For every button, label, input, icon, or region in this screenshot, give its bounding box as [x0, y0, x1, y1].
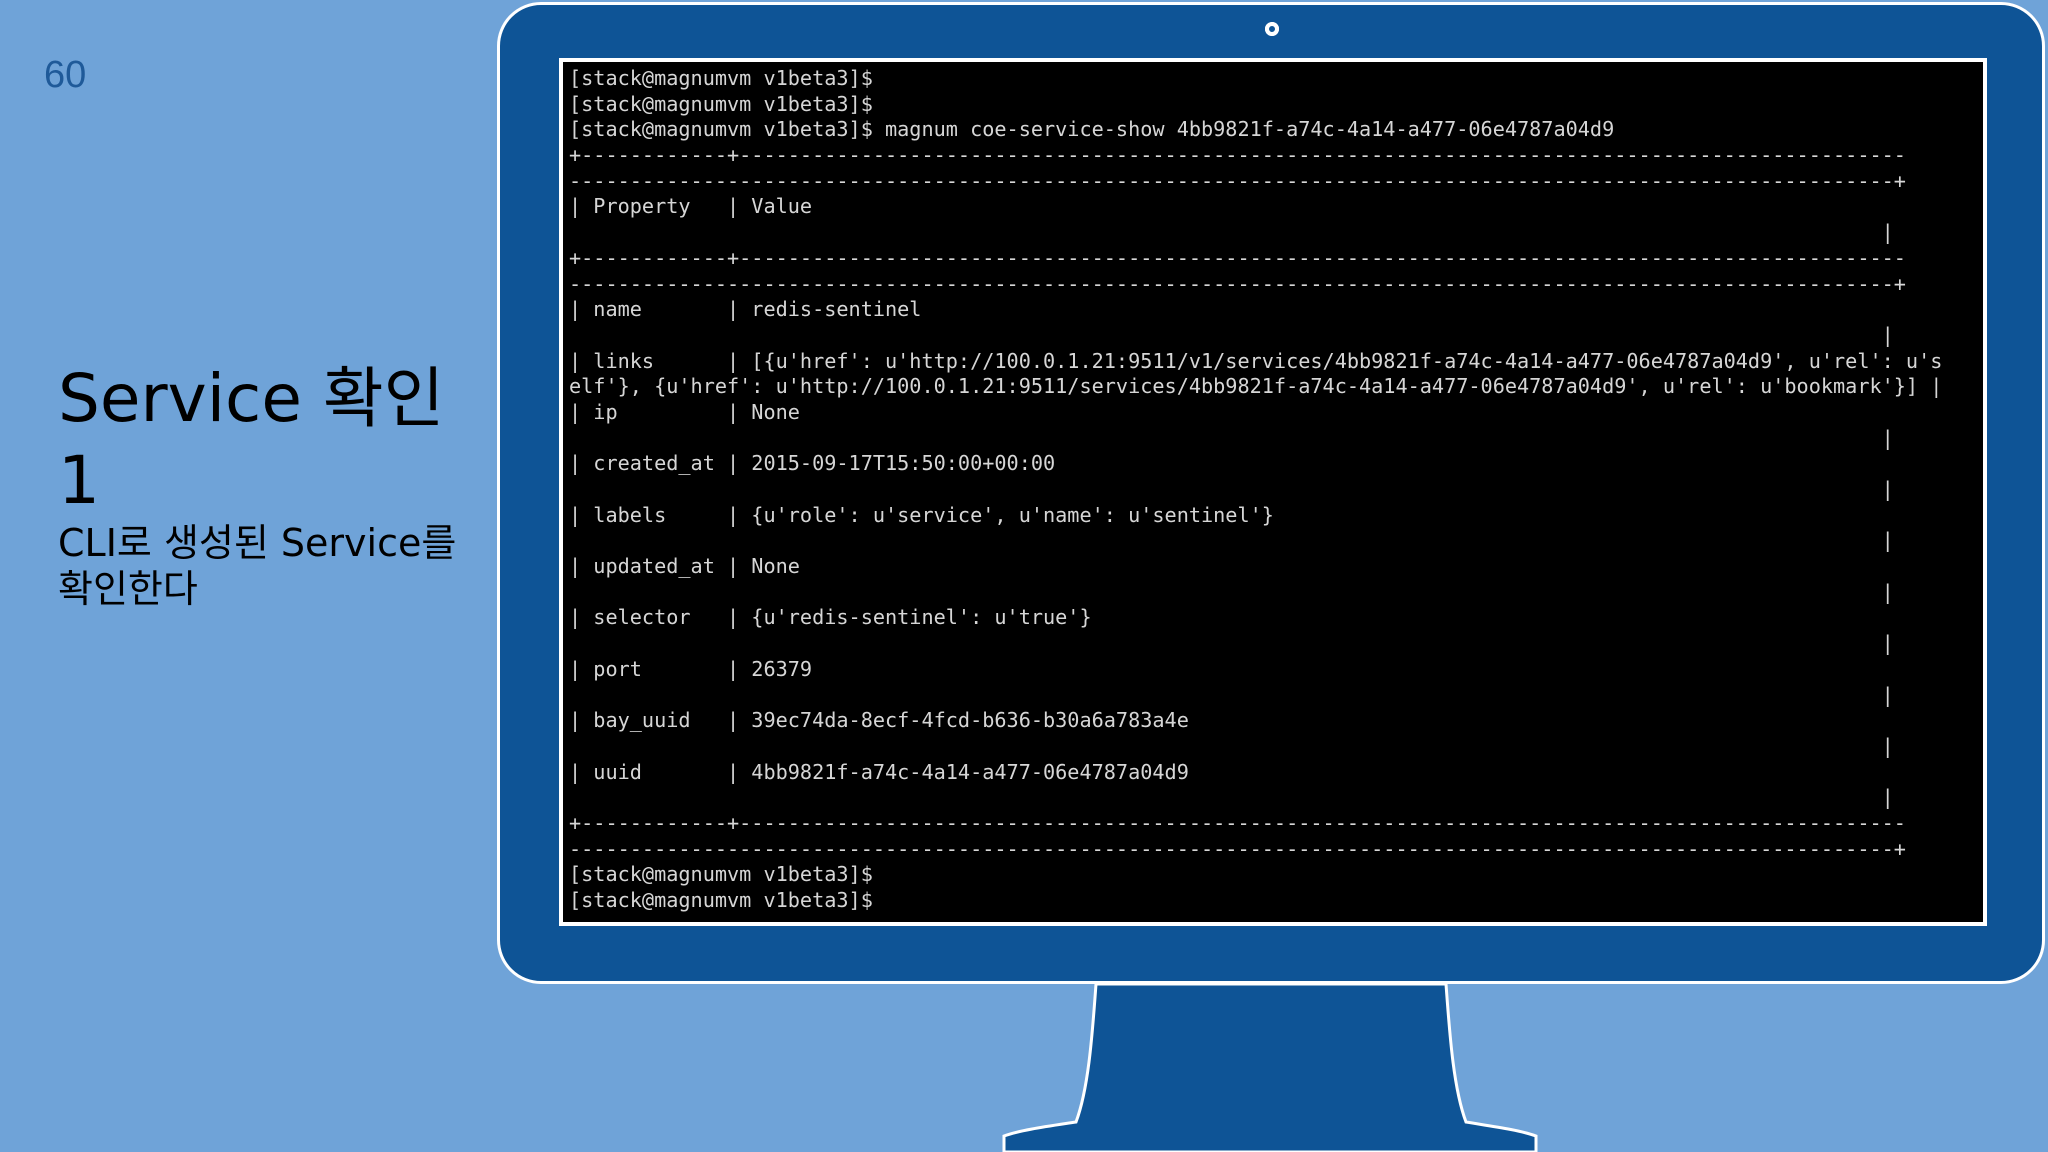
terminal-line: | bay_uuid | 39ec74da-8ecf-4fcd-b636-b30… [569, 708, 1189, 733]
terminal-line: | [569, 682, 1894, 707]
slide-subtitle: CLI로 생성된 Service를 확인한다 [58, 520, 488, 612]
terminal-output: [stack@magnumvm v1beta3]$ [stack@magnumvm… [569, 66, 1979, 914]
terminal-line: [stack@magnumvm v1beta3]$ [569, 888, 873, 912]
slide-subtitle-line1: CLI로 생성된 Service를 [58, 521, 457, 565]
terminal-line: | port | 26379 [569, 656, 813, 681]
slide-title-line2: 1 [58, 442, 100, 519]
terminal-line: elf'}, {u'href': u'http://100.0.1.21:951… [569, 374, 1943, 399]
slide-title: Service 확인 1 [58, 358, 478, 522]
terminal-line: | selector | {u'redis-sentinel': u'true'… [569, 605, 1092, 630]
terminal-line: +------------+--------------------------… [569, 810, 1906, 835]
terminal-line: | [569, 579, 1894, 604]
terminal-line: | ip | None [569, 399, 800, 424]
slide-subtitle-line2: 확인한다 [58, 567, 198, 611]
terminal-line: | name | redis-sentinel [569, 297, 922, 322]
terminal-line: ----------------------------------------… [569, 836, 1906, 861]
terminal-line: ----------------------------------------… [569, 168, 1906, 193]
page-number: 60 [44, 54, 87, 96]
terminal-line: | [569, 322, 1894, 347]
terminal-line: | [569, 733, 1894, 758]
terminal-line: | Property | Value [569, 194, 813, 219]
terminal-line: | labels | {u'role': u'service', u'name'… [569, 502, 1274, 527]
terminal-line: | links | [{u'href': u'http://100.0.1.21… [569, 348, 1943, 373]
terminal-line: [stack@magnumvm v1beta3]$ [569, 862, 873, 887]
terminal-line: | [569, 477, 1894, 501]
slide-title-line1: Service 확인 [58, 360, 445, 437]
camera-icon [1265, 22, 1279, 36]
terminal-line: +------------+--------------------------… [569, 245, 1906, 270]
terminal-line: ----------------------------------------… [569, 271, 1906, 296]
terminal-line: | uuid | 4bb9821f-a74c-4a14-a477-06e4787… [569, 759, 1189, 784]
terminal-line: | [569, 631, 1894, 656]
terminal-line: | [569, 425, 1894, 450]
terminal-line: [stack@magnumvm v1beta3]$ magnum coe-ser… [569, 117, 1615, 142]
terminal-line: | updated_at | None [569, 554, 800, 579]
terminal-line: +------------+--------------------------… [569, 143, 1906, 168]
terminal-line: | [569, 220, 1894, 245]
terminal-line: [stack@magnumvm v1beta3]$ [569, 66, 873, 90]
terminal-line: | [569, 785, 1894, 810]
terminal-line: | created_at | 2015-09-17T15:50:00+00:00 [569, 451, 1056, 476]
terminal-line: [stack@magnumvm v1beta3]$ [569, 91, 873, 116]
terminal-line: | [569, 528, 1894, 553]
terminal-screen[interactable]: [stack@magnumvm v1beta3]$ [stack@magnumvm… [559, 58, 1987, 926]
